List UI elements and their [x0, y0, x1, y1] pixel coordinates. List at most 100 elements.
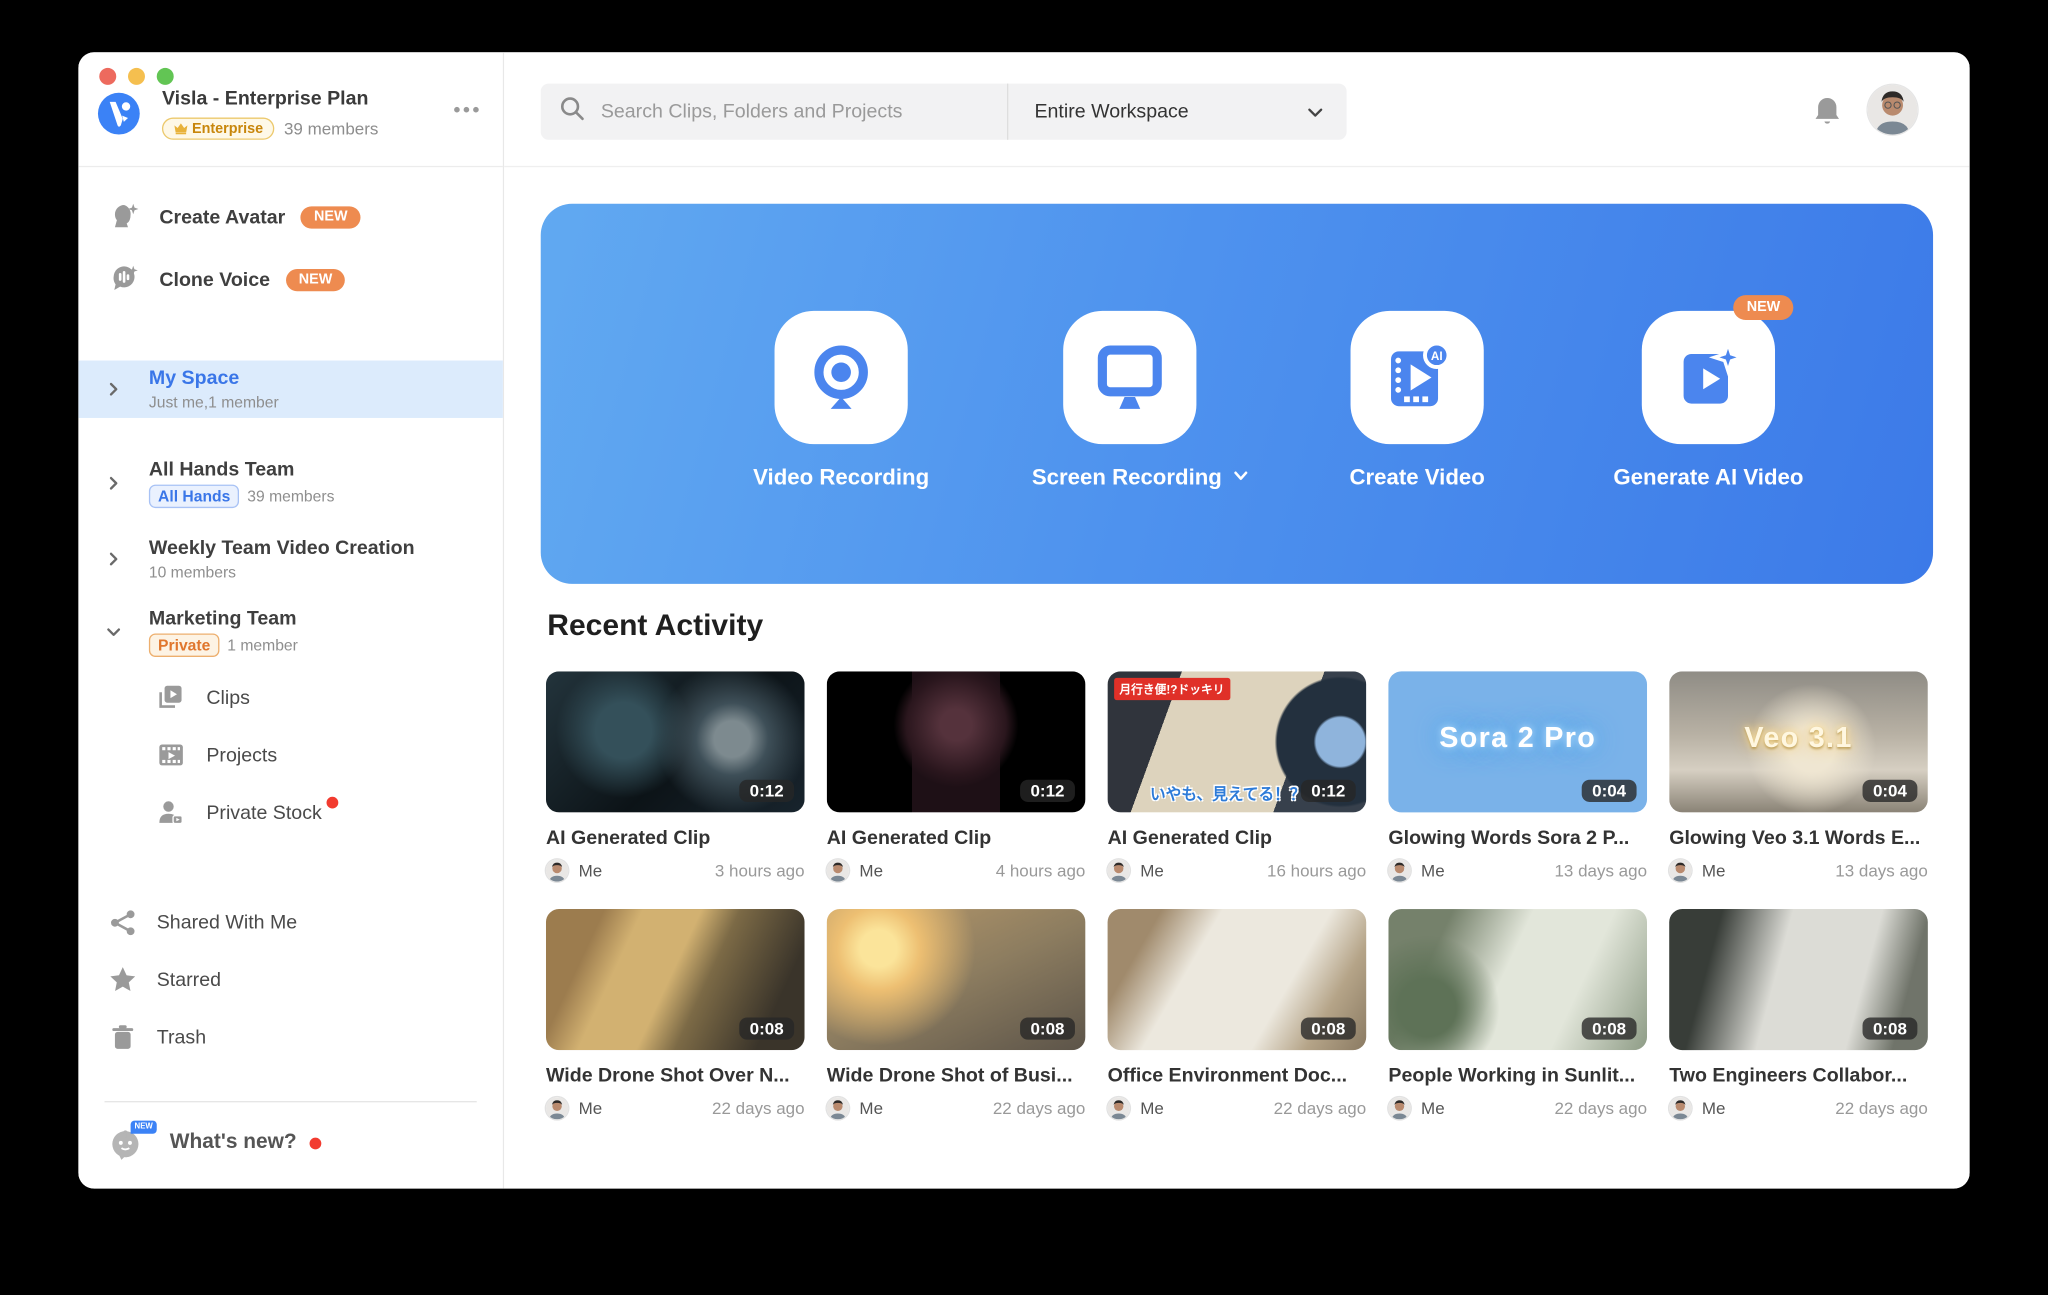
duration-badge: 0:08	[1582, 1017, 1637, 1039]
zoom-window-button[interactable]	[157, 68, 174, 85]
video-title: Glowing Words Sora 2 P...	[1388, 827, 1647, 849]
sidebar-item-marketing-team[interactable]: Marketing Team Private 1 member	[78, 606, 502, 658]
notifications-bell-icon[interactable]	[1813, 95, 1842, 133]
notification-dot	[310, 1137, 322, 1149]
quick-actions-banner: Video Recording Screen Recording	[541, 204, 1933, 584]
timestamp: 3 hours ago	[715, 861, 805, 881]
clips-icon	[154, 680, 188, 714]
owner-avatar	[827, 1097, 849, 1119]
chevron-down-icon[interactable]	[1231, 466, 1249, 484]
screen: Visla - Enterprise Plan Enterprise 39 me…	[0, 0, 2048, 1294]
owner-name: Me	[859, 1098, 883, 1118]
search-scope-dropdown[interactable]: Entire Workspace	[1007, 84, 1347, 140]
chevron-right-icon[interactable]	[104, 474, 122, 492]
recent-video-card[interactable]: Veo 3.1 0:04 Glowing Veo 3.1 Words E... …	[1669, 671, 1928, 881]
star-icon	[106, 963, 140, 997]
crown-icon	[174, 123, 188, 135]
sidebar-item-shared-with-me[interactable]: Shared With Me	[78, 893, 502, 950]
share-icon	[106, 905, 140, 939]
search-bar: Entire Workspace	[541, 84, 1347, 140]
recent-video-card[interactable]: Sora 2 Pro 0:04 Glowing Words Sora 2 P..…	[1388, 671, 1647, 881]
sidebar-item-all-hands-team[interactable]: All Hands Team All Hands 39 members	[78, 457, 502, 509]
space-name: Weekly Team Video Creation	[149, 537, 415, 560]
sidebar-item-my-space[interactable]: My Space Just me,1 member	[78, 360, 502, 417]
sidebar-item-trash[interactable]: Trash	[78, 1008, 502, 1065]
video-thumbnail[interactable]: いやも、見えてる！？月行き便!?ドッキリ 0:12	[1108, 671, 1367, 812]
sidebar-item-starred[interactable]: Starred	[78, 951, 502, 1008]
owner-name: Me	[1421, 1098, 1445, 1118]
sidebar-item-projects[interactable]: Projects	[78, 726, 502, 783]
chevron-down-icon	[1305, 101, 1326, 122]
recent-activity-heading: Recent Activity	[547, 607, 763, 642]
sidebar-item-private-stock[interactable]: Private Stock	[78, 784, 502, 841]
video-thumbnail[interactable]: Veo 3.1 0:04	[1669, 671, 1928, 812]
duration-badge: 0:08	[1862, 1017, 1917, 1039]
recent-video-card[interactable]: いやも、見えてる！？月行き便!?ドッキリ 0:12 AI Generated C…	[1108, 671, 1367, 881]
search-icon	[559, 95, 585, 128]
workspace-menu-button[interactable]: •••	[454, 99, 482, 121]
sidebar: Visla - Enterprise Plan Enterprise 39 me…	[78, 52, 504, 1188]
video-recording-button[interactable]: Video Recording	[743, 311, 939, 491]
duration-badge: 0:08	[1301, 1017, 1356, 1039]
video-thumbnail[interactable]: 0:08	[1388, 909, 1647, 1050]
duration-badge: 0:04	[1582, 780, 1637, 802]
team-type-badge: Private	[149, 633, 220, 657]
generate-ai-video-button[interactable]: NEW Generate AI Video	[1610, 311, 1806, 491]
video-title: Glowing Veo 3.1 Words E...	[1669, 827, 1928, 849]
video-thumbnail[interactable]: 0:12	[827, 671, 1086, 812]
sidebar-item-create-avatar[interactable]: Create Avatar NEW	[78, 185, 502, 248]
video-title: AI Generated Clip	[827, 827, 1086, 849]
new-badge: NEW	[1734, 295, 1794, 320]
owner-avatar	[1108, 859, 1130, 881]
recent-video-card[interactable]: 0:12 AI Generated Clip Me 4 hours ago	[827, 671, 1086, 881]
owner-name: Me	[1140, 1098, 1164, 1118]
top-bar: Entire Workspace	[504, 52, 1969, 167]
sparkle-video-icon	[1669, 338, 1747, 416]
recent-video-card[interactable]: 0:08 Wide Drone Shot Over N... Me 22 day…	[546, 909, 805, 1119]
chevron-right-icon[interactable]	[104, 380, 122, 398]
robot-icon: NEW	[107, 1123, 151, 1162]
timestamp: 16 hours ago	[1267, 861, 1366, 881]
team-type-badge: All Hands	[149, 484, 240, 508]
video-thumbnail[interactable]: 0:08	[1108, 909, 1367, 1050]
owner-name: Me	[1702, 1098, 1726, 1118]
owner-name: Me	[859, 861, 883, 881]
video-thumbnail[interactable]: Sora 2 Pro 0:04	[1388, 671, 1647, 812]
sidebar-item-clips[interactable]: Clips	[78, 669, 502, 726]
recent-video-card[interactable]: 0:08 People Working in Sunlit... Me 22 d…	[1388, 909, 1647, 1119]
search-input[interactable]	[601, 101, 1007, 123]
user-avatar[interactable]	[1868, 85, 1918, 135]
recent-video-card[interactable]: 0:08 Wide Drone Shot of Busi... Me 22 da…	[827, 909, 1086, 1119]
minimize-window-button[interactable]	[128, 68, 145, 85]
video-title: AI Generated Clip	[546, 827, 805, 849]
sidebar-item-clone-voice[interactable]: Clone Voice NEW	[78, 248, 502, 311]
screen-recording-button[interactable]: Screen Recording	[1032, 311, 1228, 491]
video-thumbnail[interactable]: 0:08	[827, 909, 1086, 1050]
plan-badge: Enterprise	[162, 118, 275, 140]
private-stock-icon	[154, 795, 188, 829]
chevron-down-icon[interactable]	[104, 623, 122, 641]
recent-video-card[interactable]: 0:12 AI Generated Clip Me 3 hours ago	[546, 671, 805, 881]
owner-avatar	[546, 859, 568, 881]
owner-name: Me	[579, 861, 603, 881]
duration-badge: 0:12	[1301, 780, 1356, 802]
projects-icon	[154, 738, 188, 772]
recent-video-card[interactable]: 0:08 Two Engineers Collabor... Me 22 day…	[1669, 909, 1928, 1119]
trash-icon	[106, 1020, 140, 1054]
voice-bubble-icon	[107, 263, 141, 297]
recent-video-card[interactable]: 0:08 Office Environment Doc... Me 22 day…	[1108, 909, 1367, 1119]
video-thumbnail[interactable]: 0:12	[546, 671, 805, 812]
video-thumbnail[interactable]: 0:08	[1669, 909, 1928, 1050]
svg-text:AI: AI	[1431, 350, 1443, 363]
sidebar-item-weekly-team[interactable]: Weekly Team Video Creation 10 members	[78, 533, 502, 585]
workspace-members: 39 members	[284, 119, 378, 139]
create-video-button[interactable]: AI Create Video	[1319, 311, 1515, 491]
video-title: Wide Drone Shot of Busi...	[827, 1064, 1086, 1086]
whats-new-button[interactable]: NEW What's new?	[78, 1102, 502, 1188]
video-thumbnail[interactable]: 0:08	[546, 909, 805, 1050]
close-window-button[interactable]	[99, 68, 116, 85]
owner-avatar	[827, 859, 849, 881]
window-controls	[99, 68, 173, 85]
owner-avatar	[546, 1097, 568, 1119]
chevron-right-icon[interactable]	[104, 550, 122, 568]
